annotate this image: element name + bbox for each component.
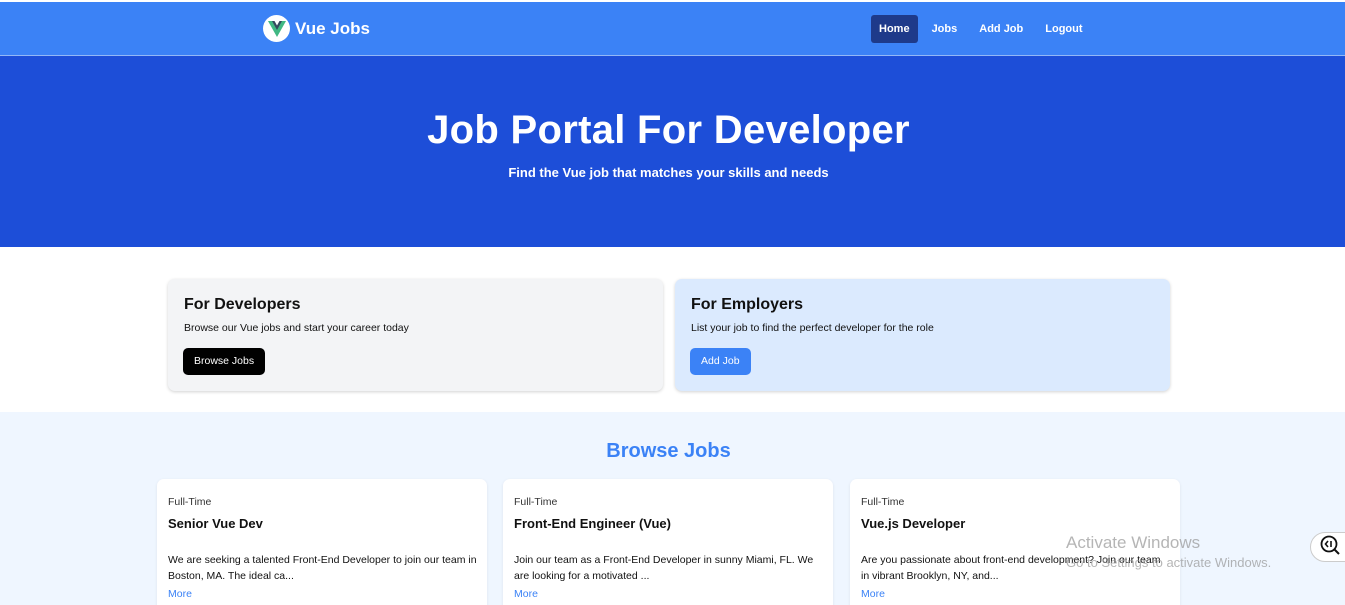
job-description: We are seeking a talented Front-End Deve… [168, 554, 477, 582]
job-more-link[interactable]: More [861, 588, 885, 600]
job-title: Senior Vue Dev [168, 516, 263, 531]
developers-card-text: Browse our Vue jobs and start your caree… [184, 322, 409, 334]
employers-card-text: List your job to find the perfect develo… [691, 322, 934, 334]
add-job-button[interactable]: Add Job [690, 348, 751, 375]
job-more-link[interactable]: More [168, 588, 192, 600]
vue-logo-icon [263, 15, 290, 42]
nav-link-add-job[interactable]: Add Job [971, 15, 1031, 43]
job-card: Full-Time Front-End Engineer (Vue) Join … [503, 479, 833, 605]
browse-jobs-section: Browse Jobs Full-Time Senior Vue Dev We … [0, 412, 1345, 605]
hero-section: Job Portal For Developer Find the Vue jo… [0, 56, 1345, 247]
watermark-line-2: Go to Settings to activate Windows. [1066, 555, 1272, 570]
job-title: Front-End Engineer (Vue) [514, 516, 671, 531]
browse-jobs-button[interactable]: Browse Jobs [183, 348, 266, 375]
hero-subtitle: Find the Vue job that matches your skill… [508, 165, 829, 180]
floating-side-button[interactable] [1310, 532, 1345, 562]
brand-name: Vue Jobs [295, 18, 370, 38]
developers-card: For Developers Browse our Vue jobs and s… [168, 279, 663, 391]
developers-card-title: For Developers [184, 296, 301, 313]
activation-watermark: Activate Windows Go to Settings to activ… [1066, 533, 1271, 570]
nav-links: Home Jobs Add Job Logout [871, 15, 1091, 43]
job-type: Full-Time [861, 496, 905, 508]
top-navbar: Vue Jobs Home Jobs Add Job Logout [0, 0, 1345, 56]
job-title: Vue.js Developer [861, 516, 966, 531]
nav-link-logout[interactable]: Logout [1037, 15, 1090, 43]
nav-link-jobs[interactable]: Jobs [924, 15, 966, 43]
job-type: Full-Time [168, 496, 212, 508]
job-type: Full-Time [514, 496, 558, 508]
browse-jobs-title: Browse Jobs [606, 440, 731, 462]
employers-card-title: For Employers [691, 296, 804, 313]
job-more-link[interactable]: More [514, 588, 538, 600]
job-card: Full-Time Senior Vue Dev We are seeking … [157, 479, 487, 605]
job-description: Join our team as a Front-End Developer i… [514, 554, 814, 582]
brand-logo[interactable]: Vue Jobs [263, 15, 370, 42]
nav-link-home[interactable]: Home [871, 15, 918, 43]
screen-reader-icon [1319, 534, 1341, 561]
hero-title: Job Portal For Developer [427, 108, 910, 152]
employers-card: For Employers List your job to find the … [675, 279, 1170, 391]
watermark-line-1: Activate Windows [1066, 533, 1201, 552]
